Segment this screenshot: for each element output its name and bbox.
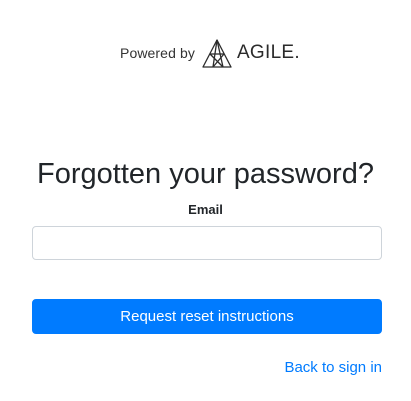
powered-by-text: Powered by	[120, 45, 195, 61]
email-label: Email	[188, 202, 223, 217]
agile-logo-icon	[202, 39, 232, 68]
page-title: Forgotten your password?	[37, 158, 374, 190]
back-to-sign-in-link[interactable]: Back to sign in	[284, 359, 382, 376]
agile-logo-text: AGILE.	[236, 42, 300, 63]
forgot-password-page: Powered by AGILE. Forgotten your passwor…	[0, 0, 411, 401]
email-field[interactable]	[32, 226, 382, 260]
powered-by-branding: Powered by AGILE.	[120, 37, 300, 69]
request-reset-button[interactable]: Request reset instructions	[32, 299, 382, 334]
